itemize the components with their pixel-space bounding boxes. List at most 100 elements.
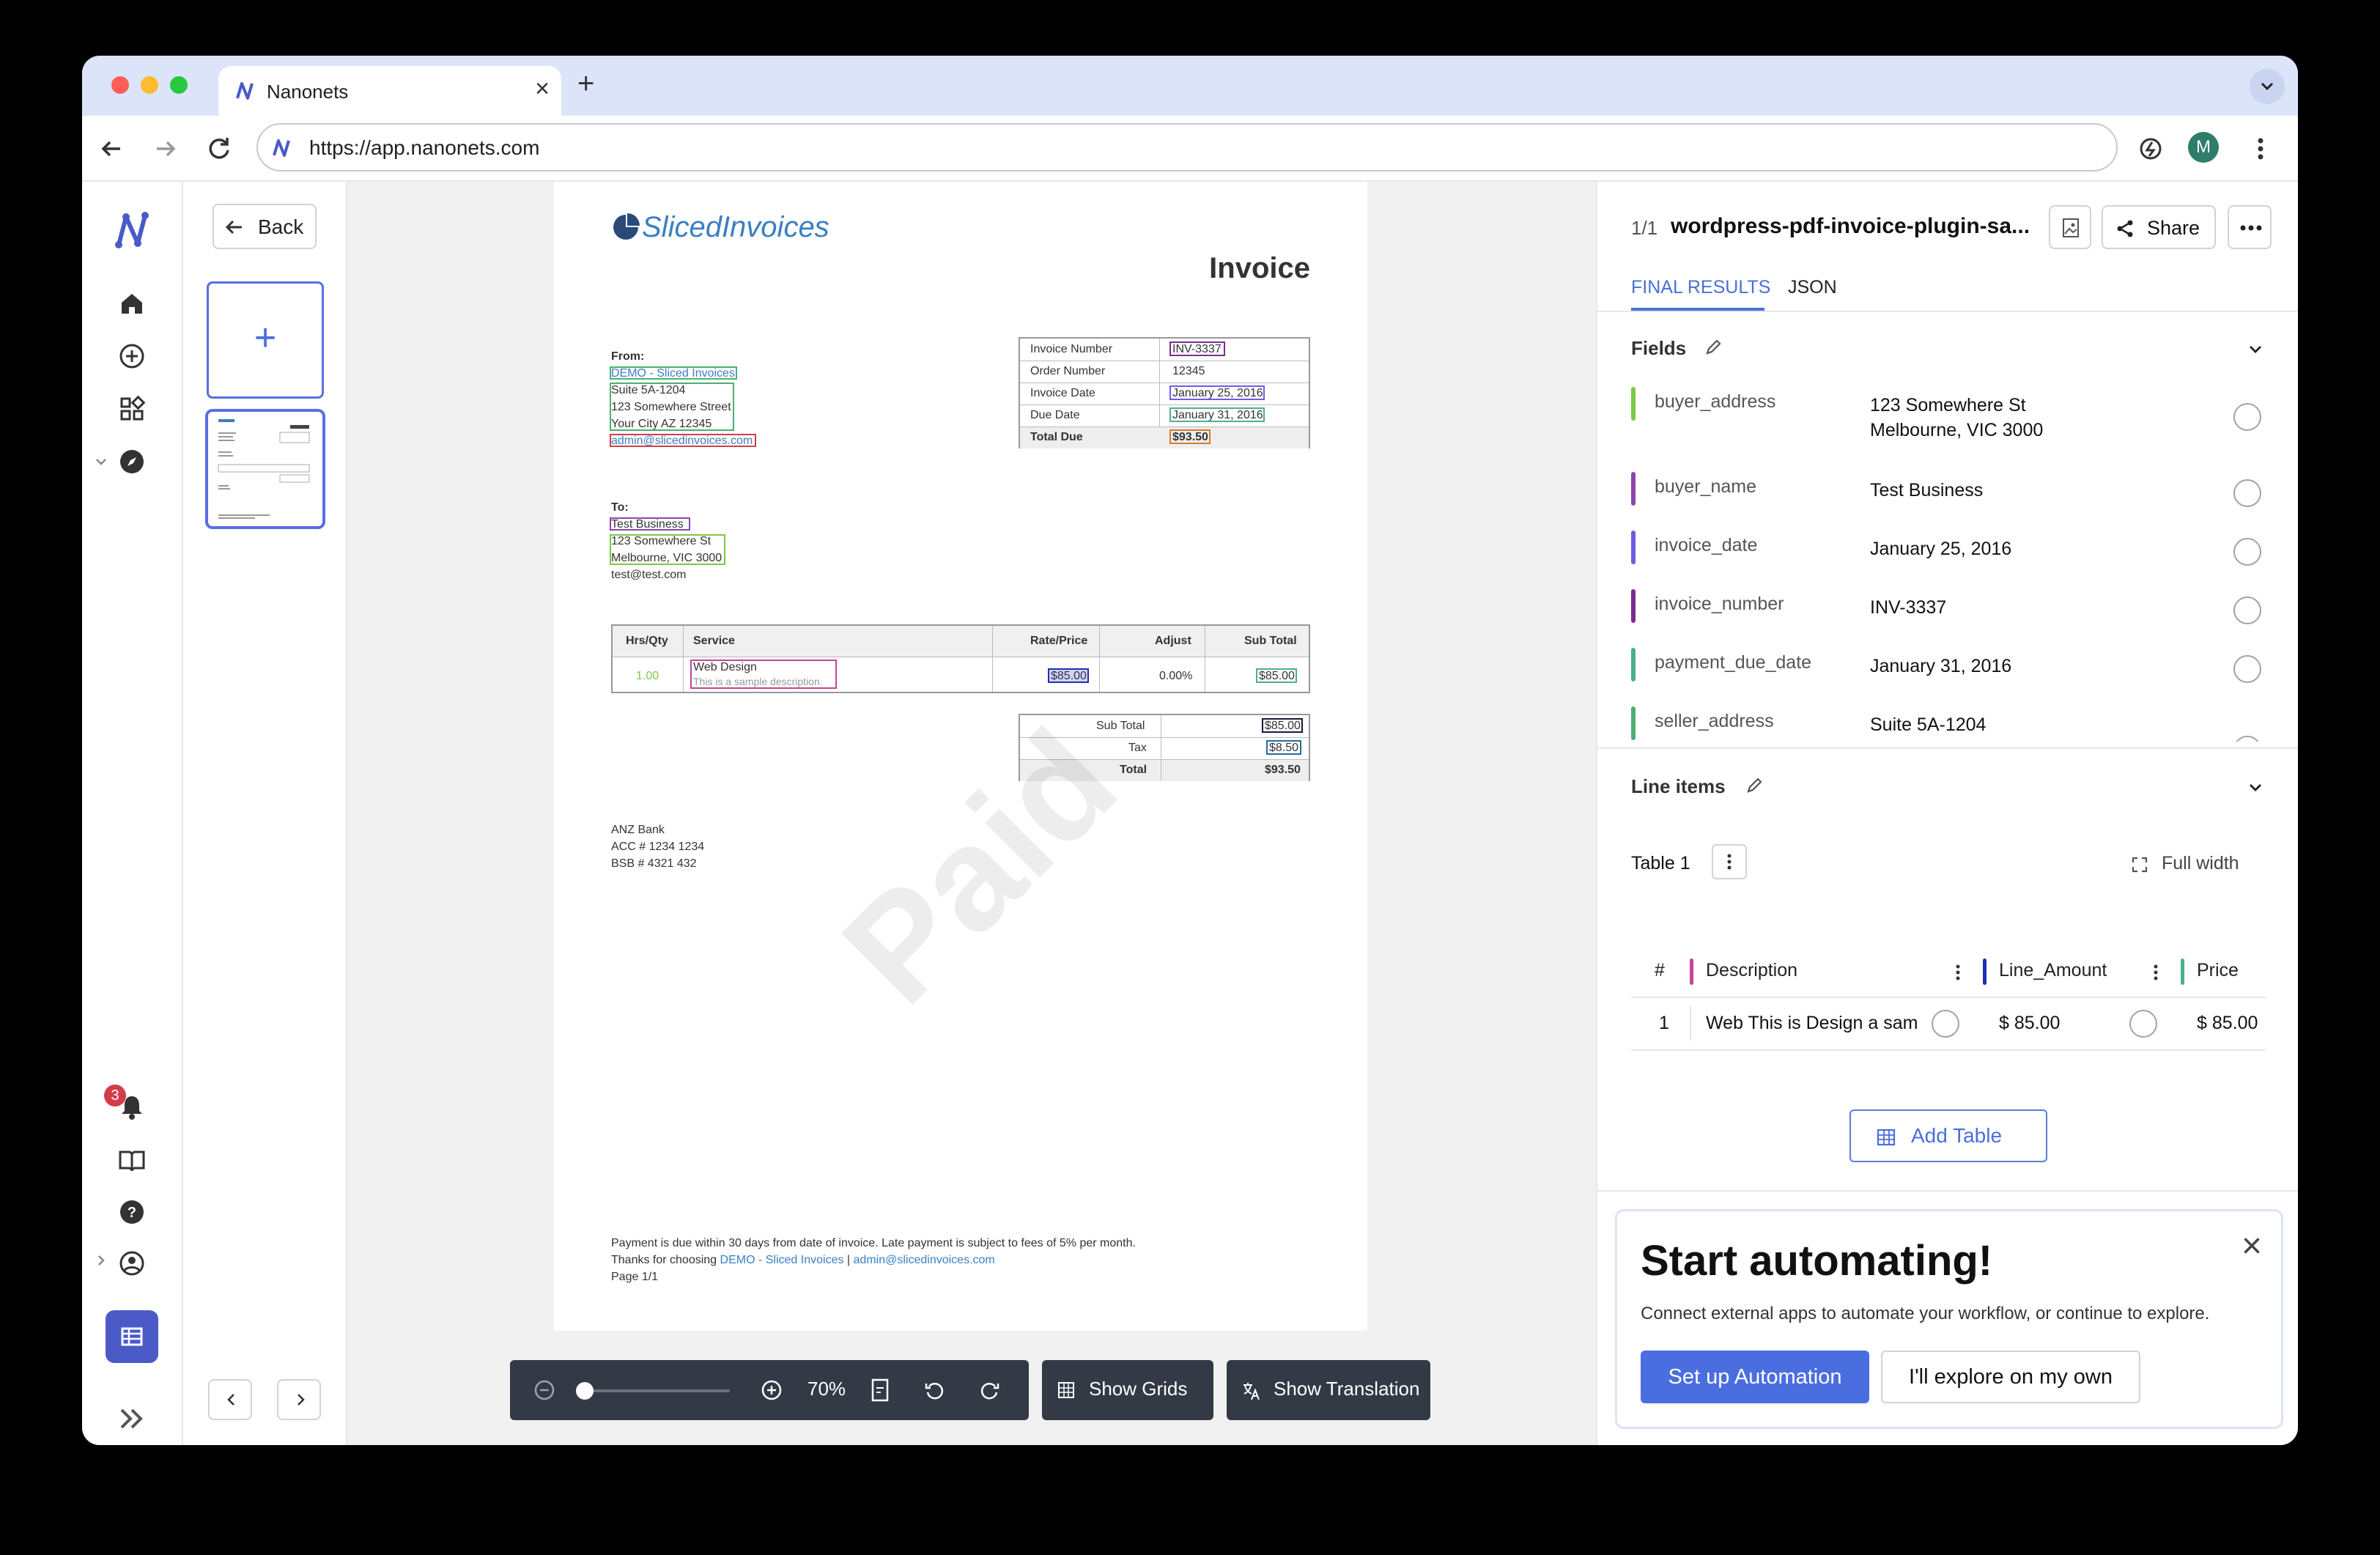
field-value[interactable]: INV-3337	[1870, 595, 1946, 620]
extraction-box[interactable]	[1048, 668, 1089, 683]
tab-search-button[interactable]	[2250, 69, 2285, 104]
zoom-slider-thumb[interactable]	[576, 1382, 594, 1400]
fit-page-icon[interactable]	[869, 1378, 891, 1403]
verify-check-icon[interactable]	[2233, 655, 2261, 683]
reload-icon[interactable]	[202, 132, 236, 166]
edit-pencil-icon[interactable]	[1703, 337, 1723, 358]
column-menu-icon[interactable]	[2150, 963, 2162, 982]
browser-tab[interactable]: Nanonets ×	[218, 66, 561, 116]
setup-automation-button[interactable]: Set up Automation	[1641, 1351, 1869, 1403]
field-value[interactable]: Suite 5A-1204	[1870, 712, 1986, 737]
back-arrow-icon[interactable]	[95, 132, 129, 166]
zoom-in-icon[interactable]	[761, 1379, 783, 1401]
rotate-left-icon[interactable]	[923, 1379, 945, 1401]
back-button[interactable]: Back	[212, 204, 317, 249]
account-icon[interactable]	[117, 1249, 147, 1278]
document-preview-button[interactable]	[2049, 205, 2091, 249]
extraction-box[interactable]	[1169, 385, 1265, 400]
zoom-slider[interactable]	[576, 1382, 730, 1400]
extraction-box[interactable]	[1262, 718, 1303, 733]
field-row[interactable]: payment_due_date January 31, 2016	[1631, 648, 2261, 693]
close-window-button[interactable]	[111, 76, 129, 94]
extraction-box[interactable]	[610, 366, 737, 380]
field-value[interactable]: Test Business	[1870, 478, 1983, 503]
extraction-box[interactable]	[610, 383, 734, 431]
extraction-box[interactable]	[610, 517, 690, 531]
field-value[interactable]: January 31, 2016	[1870, 654, 2011, 679]
page-thumbnail[interactable]	[205, 409, 325, 529]
field-value[interactable]: 123 Somewhere St Melbourne, VIC 3000	[1870, 393, 2043, 443]
next-page-button[interactable]	[277, 1379, 321, 1420]
file-name: wordpress-pdf-invoice-plugin-sa...	[1671, 214, 2030, 238]
previous-page-button[interactable]	[208, 1379, 252, 1420]
extraction-box[interactable]	[1266, 740, 1301, 755]
extraction-box[interactable]	[690, 660, 837, 689]
add-page-button[interactable]: +	[207, 281, 324, 399]
verify-check-icon[interactable]	[2233, 538, 2261, 566]
apps-grid-icon[interactable]	[117, 394, 147, 424]
rotate-right-icon[interactable]	[979, 1379, 1001, 1401]
close-icon[interactable]: ×	[2242, 1229, 2262, 1264]
zoom-out-icon[interactable]	[533, 1379, 555, 1401]
field-value[interactable]: January 25, 2016	[1870, 536, 2011, 561]
verify-check-icon[interactable]	[2233, 596, 2261, 624]
book-icon[interactable]	[117, 1146, 147, 1175]
cell-line-amount[interactable]: $ 85.00	[1999, 1013, 2060, 1034]
show-grids-button[interactable]: Show Grids	[1042, 1360, 1213, 1420]
minimize-window-button[interactable]	[141, 76, 158, 94]
cell-description[interactable]: Web This is Design a sam	[1706, 1013, 1918, 1034]
cell-price[interactable]: $ 85.00	[2197, 1013, 2258, 1034]
verify-check-icon[interactable]	[2233, 403, 2261, 431]
tab-final-results[interactable]: FINAL RESULTS	[1631, 277, 1770, 298]
help-icon[interactable]: ?	[117, 1197, 147, 1227]
extraction-box[interactable]	[1169, 429, 1211, 444]
full-width-toggle[interactable]: Full width	[2162, 853, 2239, 874]
chevron-down-icon[interactable]	[94, 454, 108, 469]
notification-badge: 3	[104, 1085, 126, 1107]
more-options-button[interactable]	[2228, 205, 2272, 249]
edit-pencil-icon[interactable]	[1744, 775, 1764, 796]
profile-avatar[interactable]: M	[2188, 132, 2219, 163]
browser-menu-icon[interactable]	[2244, 132, 2277, 166]
maximize-window-button[interactable]	[170, 76, 188, 94]
field-row[interactable]: invoice_date January 25, 2016	[1631, 531, 2261, 576]
home-icon[interactable]	[117, 289, 147, 318]
field-row[interactable]: seller_address Suite 5A-1204	[1631, 706, 2261, 742]
verify-check-icon[interactable]	[2233, 479, 2261, 507]
compass-icon[interactable]	[117, 447, 147, 476]
extraction-box[interactable]	[610, 434, 756, 447]
extraction-box[interactable]	[1169, 341, 1225, 356]
items-header: Rate/Price	[1030, 635, 1088, 647]
verify-check-icon[interactable]	[2233, 736, 2261, 742]
tab-close-icon[interactable]: ×	[535, 76, 550, 101]
explore-own-button[interactable]: I'll explore on my own	[1881, 1351, 2140, 1403]
invoice-title: Invoice	[1209, 252, 1310, 284]
chevron-right-icon[interactable]	[94, 1253, 108, 1268]
forward-arrow-icon[interactable]	[148, 132, 182, 166]
extraction-box[interactable]	[610, 534, 725, 565]
expand-icon[interactable]	[2131, 856, 2148, 873]
field-row[interactable]: invoice_number INV-3337	[1631, 589, 2261, 635]
chevron-down-icon[interactable]	[2245, 339, 2266, 359]
expand-sidebar-icon[interactable]	[114, 1404, 149, 1433]
table-options-button[interactable]	[1712, 844, 1747, 879]
tab-json[interactable]: JSON	[1788, 277, 1837, 298]
extension-icon[interactable]	[2134, 132, 2168, 166]
add-circle-icon[interactable]	[117, 341, 147, 371]
chevron-down-icon[interactable]	[2245, 777, 2266, 797]
share-icon	[2117, 220, 2133, 237]
new-tab-button[interactable]: +	[577, 69, 594, 98]
extraction-box[interactable]	[1169, 407, 1265, 422]
share-button[interactable]: Share	[2102, 205, 2216, 249]
verify-check-icon[interactable]	[1932, 1010, 1959, 1038]
field-row[interactable]: buyer_address 123 Somewhere St Melbourne,…	[1631, 387, 2261, 457]
add-table-button[interactable]: Add Table	[1849, 1109, 2047, 1162]
verify-check-icon[interactable]	[2129, 1010, 2157, 1038]
column-menu-icon[interactable]	[1952, 963, 1964, 982]
address-bar[interactable]: https://app.nanonets.com	[256, 123, 2118, 171]
nanonets-logo-icon[interactable]	[110, 208, 154, 252]
table-view-button[interactable]	[106, 1310, 158, 1363]
field-row[interactable]: buyer_name Test Business	[1631, 472, 2261, 517]
show-translation-button[interactable]: Show Translation	[1227, 1360, 1430, 1420]
extraction-box[interactable]	[1256, 668, 1297, 683]
